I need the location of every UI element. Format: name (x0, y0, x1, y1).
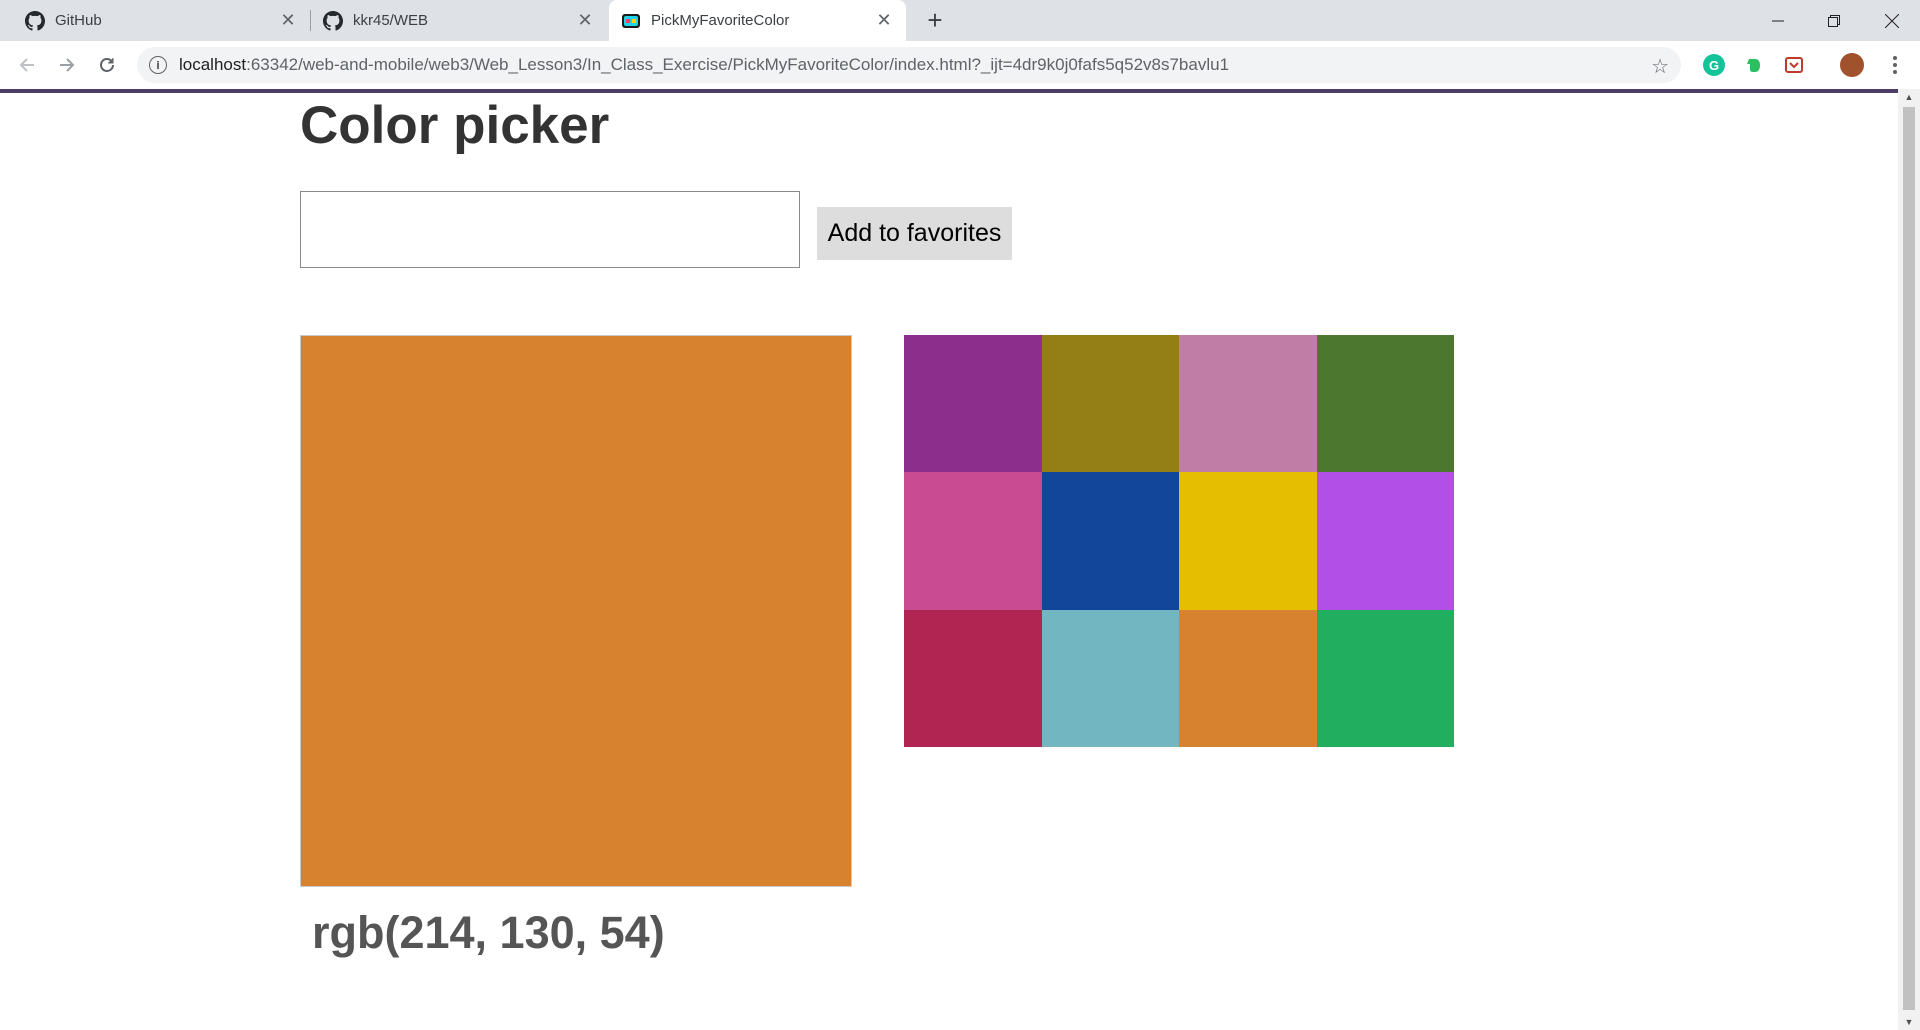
pocket-icon[interactable] (1783, 54, 1805, 76)
url-text: localhost:63342/web-and-mobile/web3/Web_… (179, 55, 1229, 75)
grammarly-icon[interactable]: G (1703, 54, 1725, 76)
page-title: Color picker (300, 96, 610, 155)
restore-icon[interactable] (1806, 0, 1862, 41)
tab-strip: GitHub ✕ kkr45/WEB ✕ PickMyFavoriteColor… (0, 0, 1920, 41)
selected-color-rgb-label: rgb(214, 130, 54) (312, 907, 665, 958)
github-icon (323, 10, 343, 31)
palette-swatch[interactable] (904, 472, 1042, 610)
profile-avatar[interactable] (1840, 53, 1864, 77)
back-icon[interactable] (13, 51, 41, 79)
palette-swatch[interactable] (1316, 472, 1454, 610)
url-path: :63342/web-and-mobile/web3/Web_Lesson3/I… (246, 55, 1230, 74)
close-icon[interactable]: ✕ (575, 10, 595, 31)
scroll-thumb[interactable] (1903, 107, 1915, 1010)
color-input[interactable] (300, 191, 800, 268)
close-icon[interactable]: ✕ (278, 10, 298, 31)
close-window-icon[interactable] (1864, 0, 1920, 41)
palette-swatch[interactable] (1041, 335, 1179, 473)
palette-swatch[interactable] (1179, 609, 1317, 747)
close-icon[interactable]: ✕ (874, 10, 894, 31)
evernote-icon[interactable] (1743, 54, 1765, 76)
tab-title: kkr45/WEB (353, 12, 429, 29)
palette-swatch[interactable] (1041, 609, 1179, 747)
palette-swatch[interactable] (1179, 335, 1317, 473)
scroll-up-arrow-icon[interactable]: ▲ (1898, 89, 1920, 105)
palette-swatch[interactable] (904, 609, 1042, 747)
forward-icon[interactable] (53, 51, 81, 79)
palette-swatch[interactable] (904, 335, 1042, 473)
github-icon (25, 10, 45, 31)
palette-swatch[interactable] (1316, 609, 1454, 747)
scroll-down-arrow-icon[interactable]: ▼ (1898, 1014, 1920, 1030)
address-bar[interactable]: i localhost:63342/web-and-mobile/web3/We… (137, 47, 1681, 83)
tab-kkr45-web[interactable]: kkr45/WEB ✕ (311, 0, 607, 41)
minimize-icon[interactable] (1750, 0, 1806, 41)
tab-github[interactable]: GitHub ✕ (0, 0, 310, 41)
url-host: localhost (179, 55, 247, 74)
chrome-menu-icon[interactable] (1883, 52, 1907, 78)
app-favicon-icon (621, 11, 641, 31)
palette-swatch[interactable] (1041, 472, 1179, 610)
new-tab-button[interactable]: + (921, 5, 949, 35)
page-scrollbar[interactable]: ▲ ▼ (1898, 89, 1920, 1030)
reload-icon[interactable] (93, 51, 121, 79)
add-to-favorites-button[interactable]: Add to favorites (817, 207, 1012, 260)
info-icon[interactable]: i (149, 56, 167, 74)
selected-color-preview (300, 335, 852, 887)
page-viewport: Color picker Add to favorites rgb(214, 1… (0, 93, 1898, 1030)
browser-toolbar: i localhost:63342/web-and-mobile/web3/We… (0, 41, 1920, 89)
palette-swatch[interactable] (1179, 472, 1317, 610)
tab-title: PickMyFavoriteColor (651, 12, 790, 29)
favorites-palette (904, 335, 1454, 747)
tab-title: GitHub (55, 12, 102, 29)
bookmark-star-icon[interactable]: ☆ (1651, 54, 1669, 79)
palette-swatch[interactable] (1316, 335, 1454, 473)
tab-pickmyfavoritecolor[interactable]: PickMyFavoriteColor ✕ (609, 0, 906, 41)
